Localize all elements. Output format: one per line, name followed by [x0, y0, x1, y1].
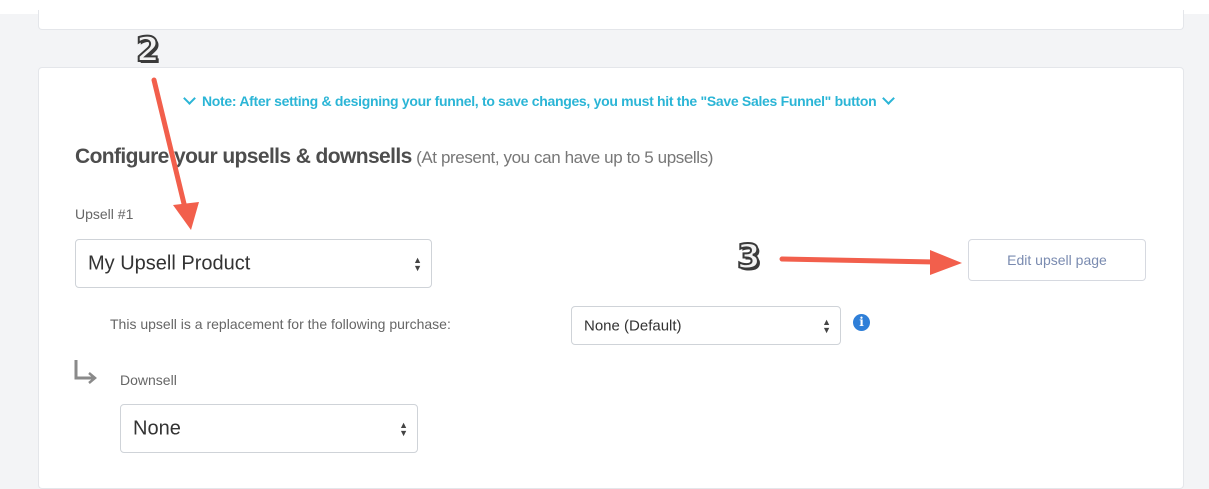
section-heading: Configure your upsells & downsells (At p… — [75, 145, 713, 169]
save-note[interactable]: Note: After setting & designing your fun… — [181, 92, 897, 109]
downsell-select[interactable]: None ▲ ▼ — [120, 404, 418, 453]
upsell-select[interactable]: My Upsell Product ▲ ▼ — [75, 239, 432, 288]
edit-upsell-page-button[interactable]: Edit upsell page — [968, 239, 1146, 281]
replacement-selected-value: None (Default) — [584, 317, 682, 334]
select-arrows-icon: ▲ ▼ — [413, 254, 422, 273]
replacement-label: This upsell is a replacement for the fol… — [110, 316, 451, 332]
downsell-label: Downsell — [120, 372, 177, 388]
previous-panel — [38, 10, 1184, 30]
annotation-step-3: 3 — [736, 236, 762, 278]
section-subtitle: (At present, you can have up to 5 upsell… — [416, 148, 714, 167]
select-arrows-icon: ▲ ▼ — [399, 419, 408, 438]
chevron-down-icon — [882, 92, 896, 105]
select-arrows-icon: ▲ ▼ — [822, 316, 831, 335]
chevron-down-icon — [183, 92, 196, 105]
downsell-selected-value: None — [133, 417, 181, 439]
replacement-select[interactable]: None (Default) ▲ ▼ — [571, 306, 841, 345]
save-note-text: Note: After setting & designing your fun… — [202, 93, 877, 109]
annotation-step-2: 2 — [135, 29, 161, 71]
upsell-selected-value: My Upsell Product — [88, 252, 251, 274]
upsell-label: Upsell #1 — [75, 206, 134, 222]
info-icon[interactable]: i — [853, 314, 870, 331]
section-title: Configure your upsells & downsells — [75, 145, 412, 168]
